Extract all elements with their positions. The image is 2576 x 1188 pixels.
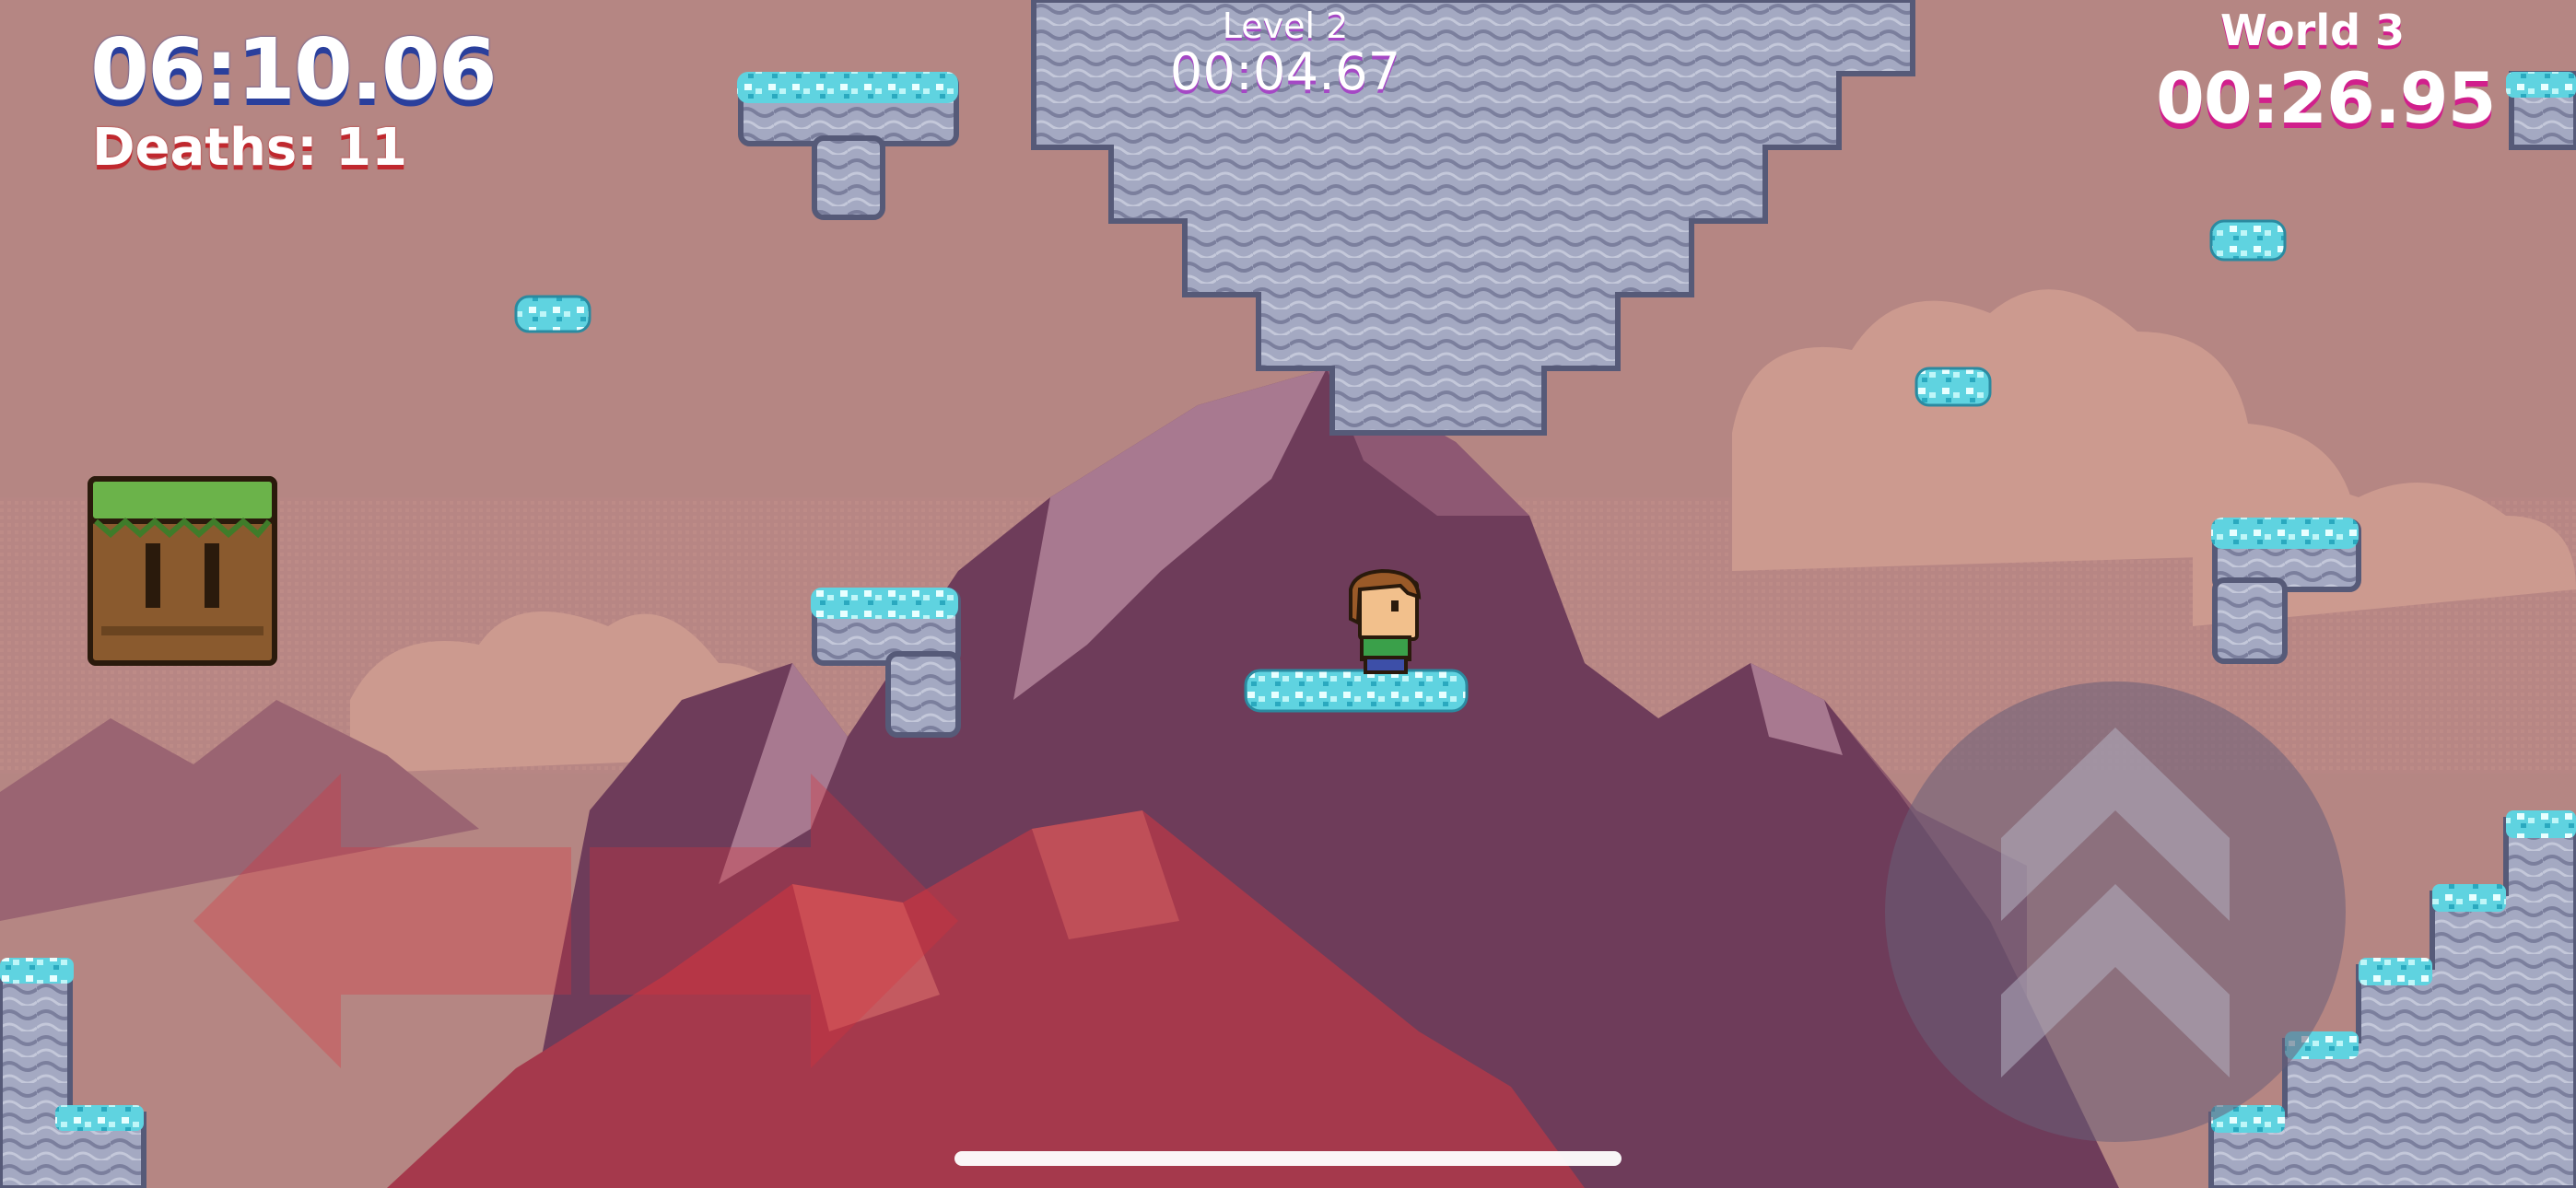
- home-indicator[interactable]: [954, 1151, 1622, 1166]
- level-timer: 00:04.67: [1169, 42, 1401, 102]
- corner-stone-right: [2506, 71, 2576, 150]
- death-counter: Deaths: 11: [92, 118, 408, 178]
- jump-button[interactable]: [1885, 681, 2346, 1142]
- grass-block-enemy: [88, 476, 277, 666]
- total-timer: 06:10.06: [90, 20, 498, 119]
- game-scene: [0, 0, 2576, 1188]
- player-character: [1349, 568, 1422, 674]
- level-label: Level 2: [1222, 6, 1349, 46]
- player-ice-platform: [1244, 669, 1469, 713]
- world-label: World 3: [2219, 6, 2406, 55]
- world-timer: 00:26.95: [2156, 57, 2497, 139]
